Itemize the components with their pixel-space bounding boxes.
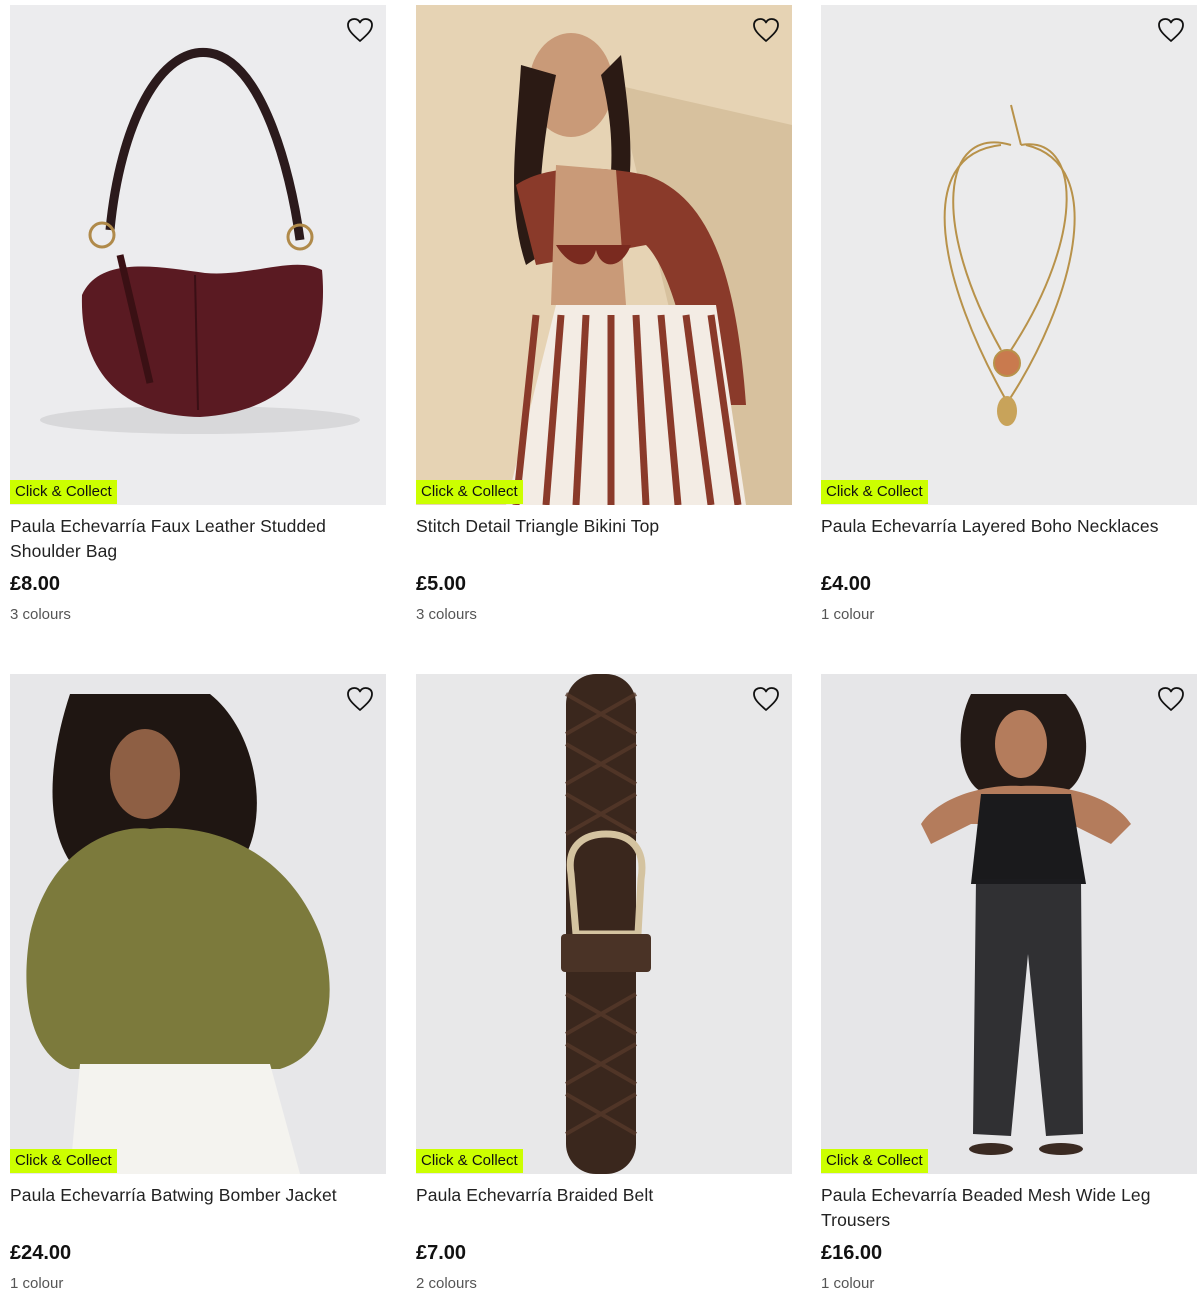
bomber-jacket-model-image xyxy=(10,674,386,1174)
colour-count: 2 colours xyxy=(416,1275,477,1292)
product-card[interactable]: Click & Collect Paula Echevarría Batwing… xyxy=(10,674,386,1294)
wishlist-heart-icon[interactable] xyxy=(752,17,780,43)
colour-count: 3 colours xyxy=(416,606,477,623)
colour-count: 1 colour xyxy=(10,1275,64,1292)
colour-count: 1 colour xyxy=(821,606,875,623)
wishlist-heart-icon[interactable] xyxy=(752,686,780,712)
product-price: £16.00 xyxy=(821,1242,883,1264)
wishlist-heart-icon[interactable] xyxy=(346,17,374,43)
colour-count: 3 colours xyxy=(10,606,71,623)
shoulder-bag-image xyxy=(10,5,386,505)
wishlist-heart-icon[interactable] xyxy=(1157,686,1185,712)
colour-count: 1 colour xyxy=(821,1275,875,1292)
product-card[interactable]: Click & Collect Paula Echevarría Faux Le… xyxy=(10,5,386,625)
click-collect-badge: Click & Collect xyxy=(416,480,523,504)
product-card[interactable]: Click & Collect Paula Echevarría Braided… xyxy=(416,674,792,1294)
click-collect-badge: Click & Collect xyxy=(10,480,117,504)
click-collect-badge: Click & Collect xyxy=(10,1149,117,1173)
wishlist-heart-icon[interactable] xyxy=(346,686,374,712)
product-price: £24.00 xyxy=(10,1242,72,1264)
product-price: £8.00 xyxy=(10,573,61,595)
product-image[interactable]: Click & Collect xyxy=(416,674,792,1174)
product-image[interactable]: Click & Collect xyxy=(821,5,1197,505)
product-card[interactable]: Click & Collect Stitch Detail Triangle B… xyxy=(416,5,792,625)
product-title[interactable]: Paula Echevarría Braided Belt xyxy=(416,1183,792,1235)
product-title[interactable]: Paula Echevarría Layered Boho Necklaces xyxy=(821,514,1197,566)
click-collect-badge: Click & Collect xyxy=(821,480,928,504)
product-title[interactable]: Stitch Detail Triangle Bikini Top xyxy=(416,514,792,566)
product-price: £5.00 xyxy=(416,573,467,595)
wishlist-heart-icon[interactable] xyxy=(1157,17,1185,43)
bikini-model-image xyxy=(416,5,792,505)
product-card[interactable]: Click & Collect Paula Echevarría Layered… xyxy=(821,5,1197,625)
product-title[interactable]: Paula Echevarría Faux Leather Studded Sh… xyxy=(10,514,386,566)
click-collect-badge: Click & Collect xyxy=(821,1149,928,1173)
product-image[interactable]: Click & Collect xyxy=(10,5,386,505)
product-title[interactable]: Paula Echevarría Beaded Mesh Wide Leg Tr… xyxy=(821,1183,1197,1235)
product-grid: Click & Collect Paula Echevarría Faux Le… xyxy=(0,0,1200,1298)
product-image[interactable]: Click & Collect xyxy=(416,5,792,505)
product-price: £7.00 xyxy=(416,1242,467,1264)
necklace-image xyxy=(821,5,1197,505)
product-title[interactable]: Paula Echevarría Batwing Bomber Jacket xyxy=(10,1183,386,1235)
product-price: £4.00 xyxy=(821,573,872,595)
product-card[interactable]: Click & Collect Paula Echevarría Beaded … xyxy=(821,674,1197,1294)
braided-belt-image xyxy=(416,674,792,1174)
product-image[interactable]: Click & Collect xyxy=(10,674,386,1174)
mesh-trousers-model-image xyxy=(821,674,1197,1174)
product-image[interactable]: Click & Collect xyxy=(821,674,1197,1174)
click-collect-badge: Click & Collect xyxy=(416,1149,523,1173)
